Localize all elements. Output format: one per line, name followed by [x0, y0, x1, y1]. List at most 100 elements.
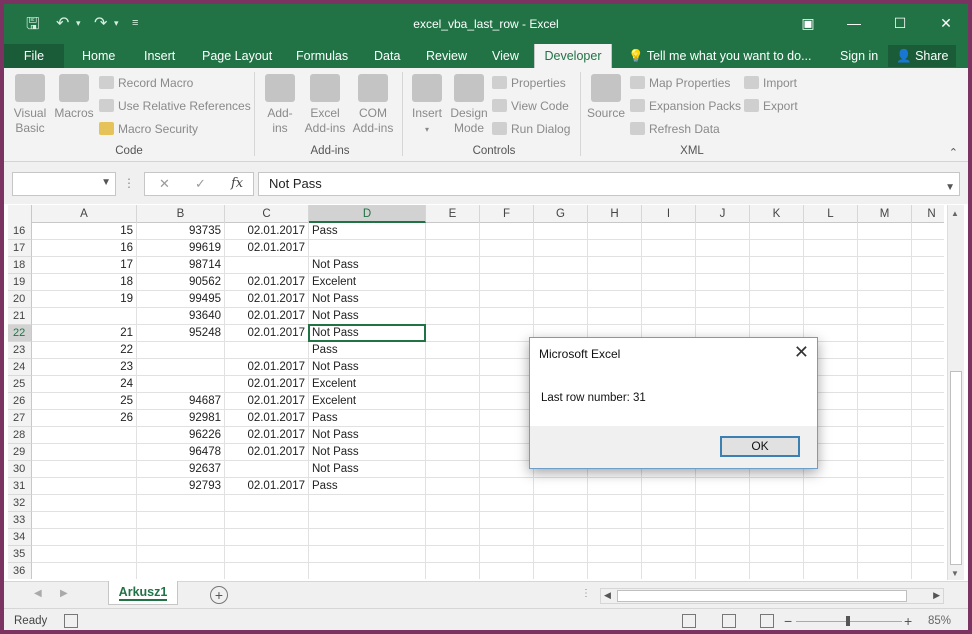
tab-page-layout[interactable]: Page Layout — [196, 44, 278, 68]
cell-b21[interactable]: 93640 — [137, 308, 225, 325]
cell-c33[interactable] — [225, 512, 309, 529]
macros-button[interactable]: Macros — [52, 74, 96, 121]
cell-d25[interactable]: Excelent — [309, 376, 426, 393]
cell-b31[interactable]: 92793 — [137, 478, 225, 495]
cell-h32[interactable] — [588, 495, 642, 512]
properties-button[interactable]: Properties — [492, 76, 566, 90]
cell-e17[interactable] — [426, 240, 480, 257]
cell-e29[interactable] — [426, 444, 480, 461]
page-layout-view-icon[interactable] — [722, 614, 736, 628]
cell-n30[interactable] — [912, 461, 944, 478]
cell-j21[interactable] — [696, 308, 750, 325]
run-dialog-button[interactable]: Run Dialog — [492, 122, 570, 136]
cell-b34[interactable] — [137, 529, 225, 546]
row-header[interactable]: 18 — [8, 257, 32, 274]
source-button[interactable]: Source — [586, 74, 626, 121]
row-header[interactable]: 25 — [8, 376, 32, 393]
cell-b36[interactable] — [137, 563, 225, 579]
column-header-b[interactable]: B — [137, 205, 225, 223]
zoom-slider-knob[interactable] — [846, 616, 850, 626]
row-header[interactable]: 17 — [8, 240, 32, 257]
cell-j35[interactable] — [696, 546, 750, 563]
cell-e16[interactable] — [426, 223, 480, 240]
cell-f19[interactable] — [480, 274, 534, 291]
cell-j32[interactable] — [696, 495, 750, 512]
ribbon-display-icon[interactable]: ▣ — [794, 12, 822, 34]
excel-addins-button[interactable]: Excel Add-ins — [302, 74, 348, 136]
cell-b20[interactable]: 99495 — [137, 291, 225, 308]
cell-e35[interactable] — [426, 546, 480, 563]
cell-f35[interactable] — [480, 546, 534, 563]
tab-file[interactable]: File — [4, 44, 64, 68]
horizontal-scrollbar[interactable]: ◀ ▶ — [600, 588, 944, 604]
cell-g16[interactable] — [534, 223, 588, 240]
cell-a21[interactable] — [32, 308, 137, 325]
cell-d18[interactable]: Not Pass — [309, 257, 426, 274]
row-header[interactable]: 16 — [8, 223, 32, 240]
cell-n25[interactable] — [912, 376, 944, 393]
column-header-c[interactable]: C — [225, 205, 309, 223]
cell-b30[interactable]: 92637 — [137, 461, 225, 478]
cell-b22[interactable]: 95248 — [137, 325, 225, 342]
cell-k32[interactable] — [750, 495, 804, 512]
select-all-corner[interactable] — [8, 205, 32, 223]
cell-n32[interactable] — [912, 495, 944, 512]
add-sheet-icon[interactable]: + — [210, 586, 228, 604]
column-header-a[interactable]: A — [32, 205, 137, 223]
zoom-slider[interactable] — [796, 616, 902, 626]
cell-j16[interactable] — [696, 223, 750, 240]
cell-j31[interactable] — [696, 478, 750, 495]
cell-k31[interactable] — [750, 478, 804, 495]
cell-n18[interactable] — [912, 257, 944, 274]
maximize-icon[interactable]: ☐ — [886, 12, 914, 34]
cell-a30[interactable] — [32, 461, 137, 478]
horizontal-scroll-thumb[interactable] — [617, 590, 907, 602]
cell-f23[interactable] — [480, 342, 534, 359]
cell-c29[interactable]: 02.01.2017 — [225, 444, 309, 461]
expansion-packs-button[interactable]: Expansion Packs — [630, 99, 741, 113]
split-grip-icon[interactable]: ⋮ — [581, 588, 591, 599]
cell-c32[interactable] — [225, 495, 309, 512]
row-header[interactable]: 36 — [8, 563, 32, 579]
cell-i16[interactable] — [642, 223, 696, 240]
row-header[interactable]: 31 — [8, 478, 32, 495]
cell-d21[interactable]: Not Pass — [309, 308, 426, 325]
cell-c16[interactable]: 02.01.2017 — [225, 223, 309, 240]
row-header[interactable]: 29 — [8, 444, 32, 461]
cell-h17[interactable] — [588, 240, 642, 257]
scroll-down-icon[interactable]: ▼ — [951, 569, 959, 578]
cell-d29[interactable]: Not Pass — [309, 444, 426, 461]
cell-k16[interactable] — [750, 223, 804, 240]
cell-i17[interactable] — [642, 240, 696, 257]
cell-e19[interactable] — [426, 274, 480, 291]
cell-a16[interactable]: 15 — [32, 223, 137, 240]
page-break-view-icon[interactable] — [760, 614, 774, 628]
cell-e23[interactable] — [426, 342, 480, 359]
cell-n21[interactable] — [912, 308, 944, 325]
row-header[interactable]: 35 — [8, 546, 32, 563]
minimize-icon[interactable]: — — [840, 12, 868, 34]
cell-b27[interactable]: 92981 — [137, 410, 225, 427]
column-header-k[interactable]: K — [750, 205, 804, 223]
cell-b18[interactable]: 98714 — [137, 257, 225, 274]
cell-g35[interactable] — [534, 546, 588, 563]
cell-l36[interactable] — [804, 563, 858, 579]
share-button[interactable]: 👤 Share — [888, 45, 957, 67]
row-header[interactable]: 28 — [8, 427, 32, 444]
cell-f21[interactable] — [480, 308, 534, 325]
cell-e27[interactable] — [426, 410, 480, 427]
cell-k36[interactable] — [750, 563, 804, 579]
close-icon[interactable]: ✕ — [932, 12, 960, 34]
column-header-i[interactable]: I — [642, 205, 696, 223]
cell-a32[interactable] — [32, 495, 137, 512]
cell-a25[interactable]: 24 — [32, 376, 137, 393]
cell-m19[interactable] — [858, 274, 912, 291]
cell-c28[interactable]: 02.01.2017 — [225, 427, 309, 444]
cell-m30[interactable] — [858, 461, 912, 478]
cell-l21[interactable] — [804, 308, 858, 325]
cell-c19[interactable]: 02.01.2017 — [225, 274, 309, 291]
cell-a28[interactable] — [32, 427, 137, 444]
macro-security-button[interactable]: Macro Security — [99, 122, 198, 136]
cell-i33[interactable] — [642, 512, 696, 529]
cell-i18[interactable] — [642, 257, 696, 274]
